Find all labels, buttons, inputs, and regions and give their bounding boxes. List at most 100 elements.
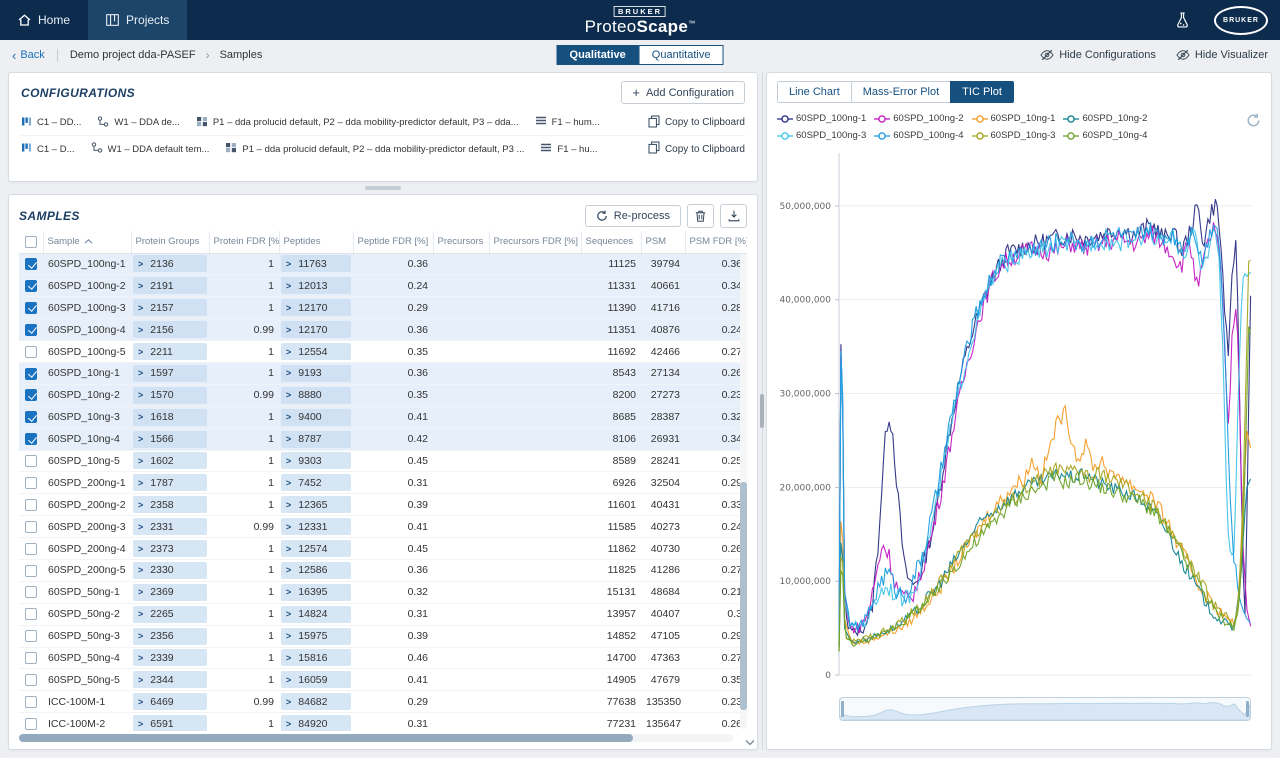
sample-row[interactable]: 60SPD_50ng-1>23691>163950.3215131486840.… <box>19 581 747 603</box>
row-checkbox[interactable] <box>19 472 43 494</box>
row-checkbox[interactable] <box>19 538 43 560</box>
back-button[interactable]: ‹ Back <box>12 49 45 62</box>
config-item[interactable]: F1 – hum... <box>535 116 600 129</box>
column-header-psm[interactable]: PSM <box>641 231 685 253</box>
table-horizontal-scrollbar[interactable] <box>19 734 733 742</box>
cell-pep[interactable]: >12170 <box>279 297 353 319</box>
cell-pg[interactable]: >2330 <box>131 559 209 581</box>
sample-row[interactable]: 60SPD_10ng-2>15700.99>88800.358200272730… <box>19 384 747 406</box>
config-item[interactable]: W1 – DDA default tem... <box>91 142 210 156</box>
cell-pg[interactable]: >2191 <box>131 275 209 297</box>
cell-pg[interactable]: >6469 <box>131 691 209 713</box>
sample-row[interactable]: 60SPD_100ng-2>21911>120130.2411331406610… <box>19 275 747 297</box>
select-all-checkbox[interactable] <box>19 231 43 253</box>
nav-tab-home[interactable]: Home <box>0 0 88 40</box>
hide-configurations-button[interactable]: Hide Configurations <box>1040 49 1156 61</box>
sample-name[interactable]: 60SPD_10ng-2 <box>43 384 131 406</box>
cell-pg[interactable]: >2369 <box>131 581 209 603</box>
cell-pep[interactable]: >9193 <box>279 362 353 384</box>
cell-pep[interactable]: >12170 <box>279 319 353 341</box>
table-vertical-scrollbar[interactable] <box>740 254 747 729</box>
column-header-seq[interactable]: Sequences <box>581 231 641 253</box>
row-checkbox[interactable] <box>19 297 43 319</box>
sample-row[interactable]: 60SPD_10ng-4>15661>87870.428106269310.34 <box>19 428 747 450</box>
sample-row[interactable]: 60SPD_100ng-5>22111>125540.3511692424660… <box>19 341 747 363</box>
column-header-precfdr[interactable]: Precursors FDR [%] <box>489 231 581 253</box>
cell-pg[interactable]: >2136 <box>131 253 209 275</box>
cell-pep[interactable]: >16059 <box>279 669 353 691</box>
row-checkbox[interactable] <box>19 603 43 625</box>
legend-item[interactable]: 60SPD_100ng-2 <box>874 113 963 124</box>
sample-name[interactable]: 60SPD_200ng-1 <box>43 472 131 494</box>
row-checkbox[interactable] <box>19 319 43 341</box>
sample-name[interactable]: 60SPD_100ng-4 <box>43 319 131 341</box>
copy-to-clipboard-button[interactable]: Copy to Clipboard <box>648 115 745 131</box>
config-item[interactable]: W1 – DDA de... <box>97 116 179 130</box>
sample-name[interactable]: 60SPD_50ng-1 <box>43 581 131 603</box>
row-checkbox[interactable] <box>19 625 43 647</box>
column-header-pep[interactable]: Peptides <box>279 231 353 253</box>
sample-name[interactable]: 60SPD_100ng-5 <box>43 341 131 363</box>
config-item[interactable]: P1 – dda prolucid default, P2 – dda mobi… <box>196 116 519 130</box>
sample-row[interactable]: 60SPD_100ng-1>21361>117630.3611125397940… <box>19 253 747 275</box>
legend-item[interactable]: 60SPD_10ng-3 <box>972 130 1056 141</box>
quantitative-tab[interactable]: Quantitative <box>639 45 724 65</box>
sample-row[interactable]: 60SPD_200ng-4>23731>125740.4511862407300… <box>19 538 747 560</box>
cell-pg[interactable]: >1602 <box>131 450 209 472</box>
sample-row[interactable]: 60SPD_200ng-2>23581>123650.3911601404310… <box>19 494 747 516</box>
row-checkbox[interactable] <box>19 559 43 581</box>
hide-visualizer-button[interactable]: Hide Visualizer <box>1176 49 1268 61</box>
cell-pep[interactable]: >15975 <box>279 625 353 647</box>
chart-range-selector[interactable] <box>839 697 1251 721</box>
row-checkbox[interactable] <box>19 341 43 363</box>
column-header-pg[interactable]: Protein Groups <box>131 231 209 253</box>
cell-pg[interactable]: >2211 <box>131 341 209 363</box>
cell-pep[interactable]: >15816 <box>279 647 353 669</box>
cell-pg[interactable]: >1566 <box>131 428 209 450</box>
cell-pep[interactable]: >7452 <box>279 472 353 494</box>
scrollbar-thumb[interactable] <box>740 482 747 710</box>
sample-name[interactable]: 60SPD_100ng-2 <box>43 275 131 297</box>
column-header-psmfdr[interactable]: PSM FDR [%] <box>685 231 747 253</box>
cell-pg[interactable]: >2157 <box>131 297 209 319</box>
cell-pg[interactable]: >2265 <box>131 603 209 625</box>
sample-name[interactable]: 60SPD_100ng-1 <box>43 253 131 275</box>
column-header-pfdr[interactable]: Protein FDR [%] <box>209 231 279 253</box>
cell-pg[interactable]: >1618 <box>131 406 209 428</box>
cell-pg[interactable]: >2156 <box>131 319 209 341</box>
sample-name[interactable]: 60SPD_50ng-5 <box>43 669 131 691</box>
sample-row[interactable]: 60SPD_10ng-1>15971>91930.368543271340.26 <box>19 362 747 384</box>
cell-pep[interactable]: >12554 <box>279 341 353 363</box>
sample-row[interactable]: 60SPD_200ng-3>23310.99>123310.4111585402… <box>19 516 747 538</box>
sample-name[interactable]: 60SPD_10ng-5 <box>43 450 131 472</box>
horizontal-splitter[interactable] <box>8 182 758 194</box>
legend-item[interactable]: 60SPD_100ng-4 <box>874 130 963 141</box>
sample-name[interactable]: 60SPD_10ng-3 <box>43 406 131 428</box>
column-header-pepfdr[interactable]: Peptide FDR [%] <box>353 231 433 253</box>
row-checkbox[interactable] <box>19 362 43 384</box>
row-checkbox[interactable] <box>19 494 43 516</box>
cell-pg[interactable]: >2356 <box>131 625 209 647</box>
column-header-name[interactable]: Sample <box>43 231 131 253</box>
cell-pep[interactable]: >12574 <box>279 538 353 560</box>
copy-to-clipboard-button[interactable]: Copy to Clipboard <box>648 141 745 157</box>
qualitative-tab[interactable]: Qualitative <box>557 45 639 65</box>
row-checkbox[interactable] <box>19 516 43 538</box>
config-item[interactable]: C1 – D... <box>21 142 75 156</box>
sample-row[interactable]: 60SPD_100ng-3>21571>121700.2911390417160… <box>19 297 747 319</box>
row-checkbox[interactable] <box>19 275 43 297</box>
row-checkbox[interactable] <box>19 669 43 691</box>
sample-name[interactable]: 60SPD_50ng-2 <box>43 603 131 625</box>
cell-pg[interactable]: >1597 <box>131 362 209 384</box>
flask-icon[interactable] <box>1175 12 1190 28</box>
sample-name[interactable]: 60SPD_50ng-4 <box>43 647 131 669</box>
cell-pep[interactable]: >12331 <box>279 516 353 538</box>
cell-pep[interactable]: >9303 <box>279 450 353 472</box>
sample-row[interactable]: 60SPD_10ng-5>16021>93030.458589282410.25 <box>19 450 747 472</box>
legend-item[interactable]: 60SPD_10ng-4 <box>1063 130 1147 141</box>
cell-pg[interactable]: >6591 <box>131 713 209 731</box>
legend-item[interactable]: 60SPD_10ng-2 <box>1063 113 1147 124</box>
sample-row[interactable]: 60SPD_200ng-5>23301>125860.3611825412860… <box>19 559 747 581</box>
viz-tab-line-chart[interactable]: Line Chart <box>777 81 852 103</box>
cell-pep[interactable]: >8880 <box>279 384 353 406</box>
